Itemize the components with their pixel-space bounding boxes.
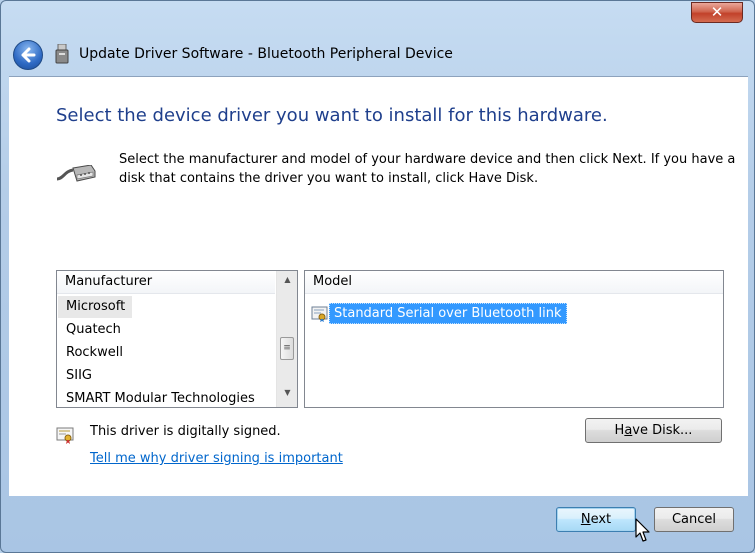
close-button[interactable]: ✕	[691, 2, 743, 23]
mouse-cursor-icon	[635, 518, 650, 542]
have-disk-label-end: ve Disk...	[632, 423, 693, 438]
model-list-item[interactable]: Standard Serial over Bluetooth link	[311, 303, 567, 325]
back-arrow-icon	[21, 47, 36, 63]
window-title: Update Driver Software - Bluetooth Perip…	[79, 46, 453, 62]
manufacturer-scrollbar[interactable]: ▲ ≡ ▼	[276, 271, 297, 407]
scroll-thumb[interactable]: ≡	[280, 337, 294, 360]
model-item-label: Standard Serial over Bluetooth link	[329, 303, 567, 324]
back-button[interactable]	[13, 40, 43, 70]
list-item[interactable]: Quatech	[58, 319, 274, 341]
cancel-button[interactable]: Cancel	[654, 507, 734, 532]
manufacturer-list[interactable]: Manufacturer Microsoft Quatech Rockwell …	[56, 270, 298, 408]
next-label-end: ext	[590, 512, 612, 527]
signing-status: This driver is digitally signed.	[90, 424, 281, 439]
serial-cable-icon	[56, 165, 96, 182]
model-list[interactable]: Model Standard Serial over Bluetooth lin…	[304, 270, 724, 408]
manufacturer-column-header: Manufacturer	[57, 271, 275, 294]
model-column-header: Model	[305, 271, 723, 294]
list-item[interactable]: SIIG	[58, 365, 274, 387]
scroll-up-icon[interactable]: ▲	[277, 271, 297, 288]
driver-signing-link[interactable]: Tell me why driver signing is important	[90, 451, 343, 466]
usb-device-icon	[55, 44, 69, 64]
instructions-text: Select the manufacturer and model of you…	[119, 152, 736, 186]
signed-certificate-icon	[56, 427, 74, 444]
next-button[interactable]: Next	[556, 507, 636, 532]
have-disk-label-start: H	[614, 423, 625, 438]
list-item[interactable]: Microsoft	[58, 296, 132, 318]
scroll-down-icon[interactable]: ▼	[277, 384, 297, 401]
driver-certificate-icon	[311, 306, 328, 322]
page-heading: Select the device driver you want to ins…	[56, 105, 608, 126]
list-item[interactable]: Rockwell	[58, 342, 274, 364]
content-area: Select the device driver you want to ins…	[9, 76, 748, 496]
have-disk-button[interactable]: Have Disk...	[585, 418, 722, 443]
list-item[interactable]: SMART Modular Technologies	[58, 388, 274, 407]
next-accel: N	[580, 512, 591, 527]
dialog-window: ✕ Update Driver Software - Bluetooth Per…	[0, 0, 755, 553]
